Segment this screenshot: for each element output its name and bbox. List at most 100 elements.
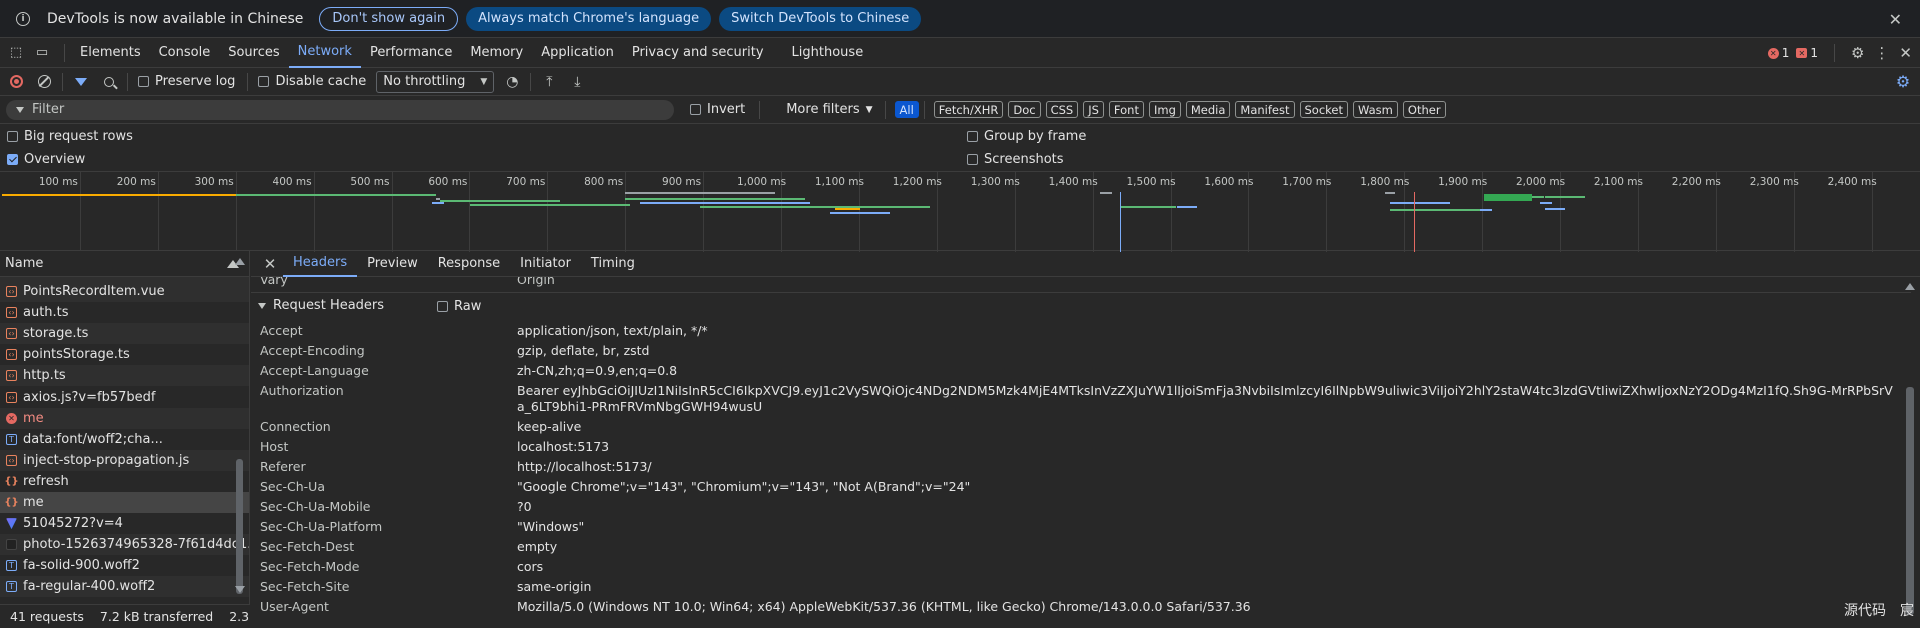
clear-button[interactable] xyxy=(30,68,58,96)
request-name: me xyxy=(23,494,44,510)
tab-application[interactable]: Application xyxy=(532,38,623,68)
tab-lighthouse[interactable]: Lighthouse xyxy=(783,38,873,68)
screenshots-box[interactable] xyxy=(967,153,978,165)
export-har-icon[interactable]: ⤓ xyxy=(563,68,591,96)
inspect-element-icon[interactable]: ⬚ xyxy=(8,45,24,61)
preserve-log-box[interactable] xyxy=(138,76,149,87)
chip-socket[interactable]: Socket xyxy=(1299,101,1348,118)
chip-js[interactable]: JS xyxy=(1083,101,1104,118)
timeline-tick-label: 1,000 ms xyxy=(737,176,787,188)
request-row[interactable]: ‹› storage.ts xyxy=(0,323,249,345)
tab-console[interactable]: Console xyxy=(150,38,220,68)
chip-img[interactable]: Img xyxy=(1148,101,1181,118)
request-row[interactable]: Tdata:font/woff2;cha... xyxy=(0,429,249,450)
request-row[interactable]: ‹› http.ts xyxy=(0,365,249,387)
scroll-up-icon[interactable] xyxy=(235,258,245,265)
more-filters-dropdown[interactable]: More filters ▼ xyxy=(786,102,872,117)
big-request-rows-box[interactable] xyxy=(7,130,18,142)
tab-headers[interactable]: Headers xyxy=(283,251,358,277)
request-row[interactable]: ✕ me xyxy=(0,407,249,429)
search-button[interactable] xyxy=(95,68,123,96)
chip-css[interactable]: CSS xyxy=(1045,101,1079,118)
request-row[interactable]: ‹› inject-stop-propagation.js xyxy=(0,449,249,471)
network-conditions-icon[interactable]: ◔ xyxy=(498,68,526,96)
overview-checkbox[interactable]: Overview xyxy=(7,152,85,167)
chip-all[interactable]: All xyxy=(894,101,919,118)
raw-label: Raw xyxy=(454,299,482,314)
tab-response[interactable]: Response xyxy=(428,251,510,277)
divider xyxy=(1833,44,1835,62)
filter-input[interactable]: Filter xyxy=(6,99,674,120)
raw-box[interactable] xyxy=(437,301,448,312)
request-row[interactable]: ‹› auth.ts xyxy=(0,302,249,323)
import-har-icon[interactable]: ⤒ xyxy=(535,68,563,96)
overview-box[interactable] xyxy=(7,153,18,165)
detail-scrollbar[interactable] xyxy=(1906,387,1914,615)
settings-gear-icon[interactable]: ⚙ xyxy=(1851,44,1864,62)
chip-fetch-xhr[interactable]: Fetch/XHR xyxy=(933,101,1004,118)
chip-other[interactable]: Other xyxy=(1402,101,1446,118)
timeline-tick-label: 1,500 ms xyxy=(1126,176,1176,188)
tab-network[interactable]: Network xyxy=(288,38,361,68)
request-row[interactable]: ‹› PointsRecordItem.vue xyxy=(0,281,249,303)
error-count-badge[interactable]: ✕ 1 ✕ 1 xyxy=(1767,46,1818,60)
group-by-frame-checkbox[interactable]: Group by frame xyxy=(967,129,1086,144)
always-match-language-button[interactable]: Always match Chrome's language xyxy=(466,6,712,31)
screenshots-checkbox[interactable]: Screenshots xyxy=(967,152,1064,167)
tab-timing[interactable]: Timing xyxy=(581,251,645,277)
request-row[interactable]: 51045272?v=4 xyxy=(0,513,249,534)
chip-manifest[interactable]: Manifest xyxy=(1235,101,1295,118)
filter-icon xyxy=(16,106,24,113)
disable-cache-checkbox[interactable]: Disable cache xyxy=(258,74,366,89)
chip-wasm[interactable]: Wasm xyxy=(1353,101,1398,118)
raw-checkbox[interactable]: Raw xyxy=(437,299,481,314)
request-list-scrollbar[interactable] xyxy=(236,459,243,594)
scroll-down-icon[interactable] xyxy=(235,586,245,593)
disable-cache-box[interactable] xyxy=(258,76,270,87)
request-row[interactable]: {} refresh xyxy=(0,471,249,492)
fetch-file-icon: {} xyxy=(4,496,19,508)
network-overview-timeline[interactable]: 100 ms 200 ms 300 ms 400 ms 500 ms 600 ms 700 … xyxy=(0,171,1920,252)
tab-preview[interactable]: Preview xyxy=(357,251,428,277)
group-by-frame-box[interactable] xyxy=(967,130,978,142)
issue-count: 1 xyxy=(1810,46,1818,60)
scroll-up-icon[interactable] xyxy=(1905,283,1915,290)
detail-tabbar: ✕ Headers Preview Response Initiator Tim… xyxy=(251,251,1920,277)
tab-memory[interactable]: Memory xyxy=(461,38,532,68)
name-column-header[interactable]: Name xyxy=(0,251,249,277)
chip-doc[interactable]: Doc xyxy=(1008,101,1041,118)
chip-font[interactable]: Font xyxy=(1108,101,1144,118)
tab-performance[interactable]: Performance xyxy=(361,38,461,68)
header-key: Accept-Encoding xyxy=(260,343,365,358)
big-request-rows-checkbox[interactable]: Big request rows xyxy=(7,129,133,144)
close-icon[interactable]: ✕ xyxy=(1889,10,1902,29)
more-options-icon[interactable]: ⋮ xyxy=(1874,44,1889,62)
request-row[interactable]: ‹› axios.js?v=fb57bedf xyxy=(0,386,249,407)
close-devtools-icon[interactable]: ✕ xyxy=(1899,44,1912,62)
switch-to-chinese-button[interactable]: Switch DevTools to Chinese xyxy=(719,6,922,31)
tab-privacy-security[interactable]: Privacy and security xyxy=(623,38,773,68)
device-toolbar-icon[interactable]: ▭ xyxy=(34,45,50,61)
chip-media[interactable]: Media xyxy=(1185,101,1231,118)
record-button[interactable] xyxy=(2,68,30,96)
invert-checkbox[interactable]: Invert xyxy=(690,102,745,117)
request-row[interactable]: Tfa-regular-400.woff2 xyxy=(0,576,249,598)
filter-toggle-button[interactable] xyxy=(67,68,95,96)
tab-elements[interactable]: Elements xyxy=(71,38,150,68)
dont-show-again-button[interactable]: Don't show again xyxy=(319,6,459,31)
preserve-log-checkbox[interactable]: Preserve log xyxy=(138,74,235,89)
network-settings-gear-icon[interactable]: ⚙ xyxy=(1894,73,1912,91)
invert-box[interactable] xyxy=(690,104,701,115)
request-row[interactable]: photo-1526374965328-7f61d4dc1... xyxy=(0,534,249,556)
font-file-icon: T xyxy=(6,560,17,572)
request-row[interactable]: {} me xyxy=(0,491,249,514)
request-row[interactable]: ‹› pointsStorage.ts xyxy=(0,344,249,365)
request-list: Name ‹› PointsRecordItem.vue ‹› auth.ts ‹› st… xyxy=(0,251,250,628)
tab-sources[interactable]: Sources xyxy=(219,38,288,68)
request-headers-section-toggle[interactable]: Request Headers xyxy=(258,298,384,313)
throttling-select[interactable]: No throttling ▼ xyxy=(376,70,495,93)
header-key: Sec-Ch-Ua-Platform xyxy=(260,519,383,534)
close-detail-icon[interactable]: ✕ xyxy=(257,255,283,273)
tab-initiator[interactable]: Initiator xyxy=(510,251,581,277)
request-row[interactable]: Tfa-solid-900.woff2 xyxy=(0,555,249,576)
